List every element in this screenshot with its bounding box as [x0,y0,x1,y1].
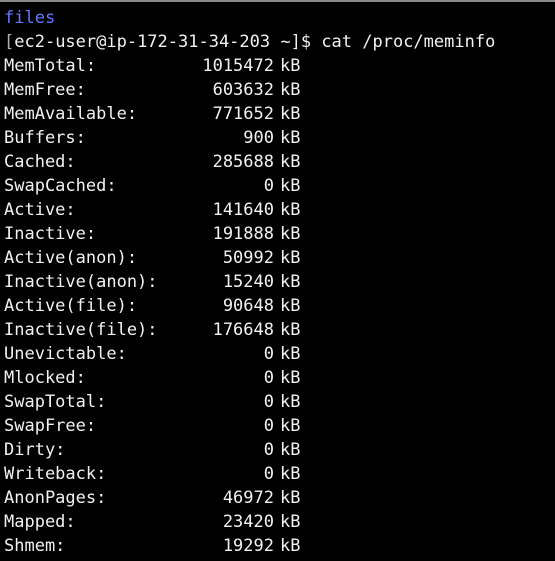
meminfo-value: 191888 [212,224,274,244]
meminfo-value: 285688 [212,152,274,172]
meminfo-value: 46972 [222,488,274,508]
meminfo-row: Inactive(file): 176648 kB [4,318,544,342]
meminfo-unit: kB [280,392,301,412]
meminfo-unit: kB [280,176,301,196]
meminfo-value: 0 [263,392,274,412]
meminfo-key: MemAvailable: [4,104,138,124]
meminfo-value: 0 [263,368,274,388]
meminfo-key: SwapFree: [4,416,97,436]
meminfo-row: Buffers: 900 kB [4,126,544,150]
meminfo-row: Mlocked: 0 kB [4,366,544,390]
meminfo-unit: kB [280,536,301,556]
meminfo-unit: kB [280,224,301,244]
meminfo-unit: kB [280,512,301,532]
meminfo-row: SwapFree: 0 kB [4,414,544,438]
meminfo-row: Inactive(anon): 15240 kB [4,270,544,294]
meminfo-row: Mapped: 23420 kB [4,510,544,534]
meminfo-value: 176648 [212,320,274,340]
meminfo-row: Writeback: 0 kB [4,462,544,486]
meminfo-key: SwapTotal: [4,392,107,412]
meminfo-unit: kB [280,416,301,436]
meminfo-value: 603632 [212,80,274,100]
meminfo-key: Inactive(file): [4,320,158,340]
command-prompt-line: [ec2-user@ip-172-31-34-203 ~]$ cat /proc… [4,30,495,54]
meminfo-value: 15240 [222,272,274,292]
terminal-window[interactable]: files [ec2-user@ip-172-31-34-203 ~]$ cat… [0,0,555,561]
meminfo-row: Active(anon): 50992 kB [4,246,544,270]
meminfo-key: Cached: [4,152,76,172]
meminfo-row: Active(file): 90648 kB [4,294,544,318]
meminfo-unit: kB [280,488,301,508]
meminfo-row: Inactive: 191888 kB [4,222,544,246]
meminfo-row: SwapTotal: 0 kB [4,390,544,414]
meminfo-key: Mlocked: [4,368,86,388]
meminfo-value: 19292 [222,536,274,556]
meminfo-unit: kB [280,128,301,148]
meminfo-row: Dirty: 0 kB [4,438,544,462]
meminfo-key: Active(file): [4,296,138,316]
prompt-open-bracket: [ [4,32,15,52]
meminfo-row: Active: 141640 kB [4,198,544,222]
meminfo-unit: kB [280,368,301,388]
meminfo-value: 1015472 [202,56,274,76]
prompt-command: cat /proc/meminfo [321,32,496,52]
meminfo-row: MemTotal: 1015472 kB [4,54,544,78]
meminfo-key: MemTotal: [4,56,97,76]
meminfo-key: Writeback: [4,464,107,484]
meminfo-row: Cached: 285688 kB [4,150,544,174]
meminfo-value: 771652 [212,104,274,124]
meminfo-row: AnonPages: 46972 kB [4,486,544,510]
meminfo-unit: kB [280,248,301,268]
meminfo-key: AnonPages: [4,488,107,508]
meminfo-key: Inactive: [4,224,97,244]
meminfo-key: Buffers: [4,128,86,148]
meminfo-key: Active: [4,200,76,220]
meminfo-key: Shmem: [4,536,66,556]
meminfo-key: SwapCached: [4,176,117,196]
meminfo-unit: kB [280,296,301,316]
window-top-border [0,0,555,2]
meminfo-value: 0 [263,176,274,196]
meminfo-value: 0 [263,416,274,436]
meminfo-key: Dirty: [4,440,66,460]
meminfo-unit: kB [280,152,301,172]
meminfo-unit: kB [280,464,301,484]
prompt-user-host: ec2-user@ip-172-31-34-203 ~]$ [14,32,312,52]
meminfo-unit: kB [280,56,301,76]
meminfo-key: Inactive(anon): [4,272,158,292]
meminfo-key: Mapped: [4,512,76,532]
meminfo-value: 0 [263,440,274,460]
meminfo-row: Shmem: 19292 kB [4,534,544,558]
meminfo-row: MemFree: 603632 kB [4,78,544,102]
meminfo-value: 141640 [212,200,274,220]
meminfo-unit: kB [280,104,301,124]
meminfo-row: SwapCached: 0 kB [4,174,544,198]
meminfo-row: MemAvailable: 771652 kB [4,102,544,126]
meminfo-value: 0 [263,344,274,364]
meminfo-key: Active(anon): [4,248,138,268]
meminfo-row: Unevictable: 0 kB [4,342,544,366]
meminfo-key: Unevictable: [4,344,127,364]
meminfo-unit: kB [280,272,301,292]
meminfo-value: 90648 [222,296,274,316]
meminfo-value: 23420 [222,512,274,532]
meminfo-value: 900 [243,128,274,148]
meminfo-unit: kB [280,320,301,340]
meminfo-unit: kB [280,344,301,364]
meminfo-key: MemFree: [4,80,86,100]
previous-output-line: files [4,8,56,28]
meminfo-value: 50992 [222,248,274,268]
meminfo-unit: kB [280,200,301,220]
meminfo-value: 0 [263,464,274,484]
meminfo-unit: kB [280,80,301,100]
meminfo-unit: kB [280,440,301,460]
